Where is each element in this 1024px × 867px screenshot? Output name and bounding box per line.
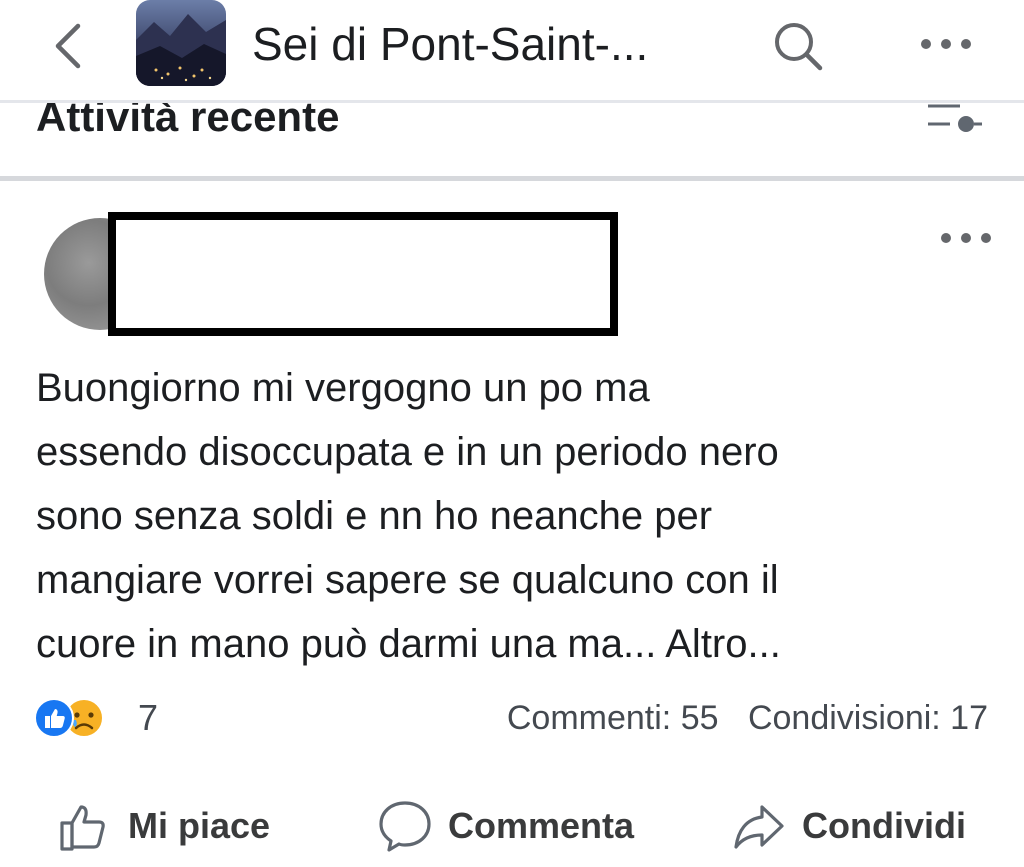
redacted-author-name (108, 212, 618, 336)
post-action-bar: Mi piace Commenta Condividi (0, 790, 1024, 862)
reaction-count: 7 (138, 697, 159, 738)
shares-count[interactable]: Condivisioni: 17 (748, 699, 988, 737)
post-text: Buongiorno mi vergogno un po ma essendo … (36, 366, 779, 666)
search-icon[interactable] (770, 18, 826, 74)
mountain-town-image (136, 14, 226, 86)
thumbs-up-icon (60, 805, 105, 851)
share-arrow-icon (734, 805, 784, 849)
post-more-icon[interactable] (936, 222, 996, 254)
chevron-left-icon[interactable] (46, 22, 90, 70)
section-title: Attività recente (36, 93, 340, 140)
group-title[interactable]: Sei di Pont-Saint-... (252, 14, 722, 74)
filter-sliders-icon[interactable] (920, 100, 986, 140)
more-horizontal-icon[interactable] (914, 26, 978, 62)
like-reaction-icon (34, 698, 74, 738)
like-button[interactable]: Mi piace (56, 790, 270, 862)
comments-count[interactable]: Commenti: 55 (507, 699, 719, 737)
like-label: Mi piace (128, 805, 271, 846)
group-avatar[interactable] (136, 0, 226, 86)
section-divider (0, 176, 1024, 181)
see-more-link[interactable]: Altro... (656, 622, 781, 666)
comment-bubble-icon (379, 801, 431, 852)
header-divider (0, 100, 1024, 103)
post-body: Buongiorno mi vergogno un po ma essendo … (36, 356, 1006, 676)
comment-label: Commenta (448, 805, 635, 846)
comment-button[interactable]: Commenta (376, 790, 634, 862)
post-stats: Commenti: 55 Condivisioni: 17 (507, 694, 988, 742)
share-button[interactable]: Condividi (730, 790, 966, 862)
share-label: Condividi (802, 805, 966, 846)
